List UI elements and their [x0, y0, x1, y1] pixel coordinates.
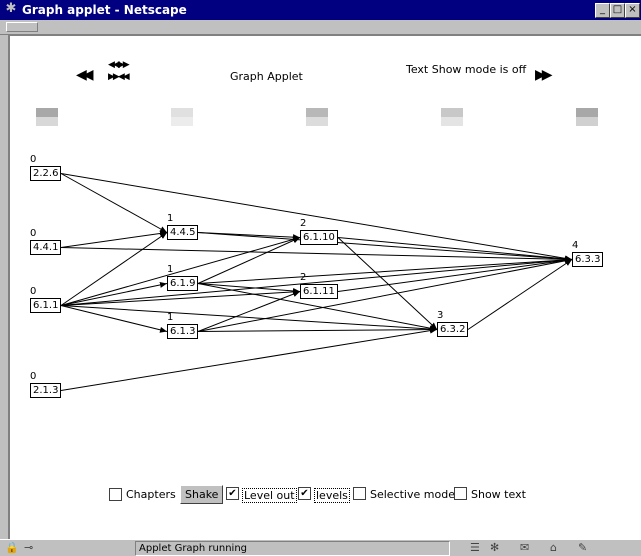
graph-node[interactable]: 4.4.1: [30, 240, 62, 255]
levels-checkbox[interactable]: ✔: [298, 487, 311, 500]
graph-node[interactable]: 6.3.3: [572, 252, 604, 267]
shake-button[interactable]: Shake: [180, 485, 224, 504]
chapters-label[interactable]: Chapters: [126, 488, 176, 501]
node-level-3: 0: [30, 371, 37, 382]
graph-edge: [197, 256, 573, 284]
selective-mode-checkbox[interactable]: [353, 487, 366, 500]
collapsed-toolbar: [0, 20, 641, 35]
graph-node[interactable]: 6.1.1: [30, 298, 62, 313]
chapters-checkbox[interactable]: [109, 488, 122, 501]
graph-edge: [60, 305, 168, 333]
graph-edge: [337, 237, 438, 330]
graph-node[interactable]: 6.1.3: [167, 324, 199, 339]
graph-edge: [197, 257, 573, 332]
graph-node[interactable]: 2.2.6: [30, 166, 62, 181]
lock-icon[interactable]: 🔒: [5, 541, 19, 554]
node-level-7: 2: [300, 218, 307, 229]
node-level-6: 1: [167, 312, 174, 323]
node-level-2: 0: [30, 286, 37, 297]
composer-icon[interactable]: ✎: [578, 541, 587, 554]
title-bar: ✱ Graph applet - Netscape _ □ ×: [0, 0, 641, 20]
graph-node[interactable]: 6.1.10: [300, 230, 338, 245]
close-button[interactable]: ×: [625, 3, 640, 18]
node-level-9: 3: [437, 310, 444, 321]
component-bar-icon[interactable]: ☰: [470, 541, 480, 554]
graph-edge: [197, 291, 301, 332]
node-level-8: 2: [300, 272, 307, 283]
graph-node[interactable]: 2.1.3: [30, 383, 62, 398]
connection-icon: ⊸: [24, 541, 34, 554]
graph-node[interactable]: 6.1.11: [300, 284, 338, 299]
minimize-button[interactable]: _: [595, 3, 610, 18]
window-title: Graph applet - Netscape: [22, 3, 187, 17]
navigator-icon[interactable]: ✻: [490, 541, 499, 554]
graph-edge: [337, 257, 573, 292]
graph-edge: [197, 237, 301, 284]
graph-edge: [60, 327, 438, 391]
graph-node[interactable]: 6.1.9: [167, 276, 199, 291]
show-text-label[interactable]: Show text: [471, 488, 526, 501]
node-level-4: 1: [167, 213, 174, 224]
graph-edge: [60, 230, 168, 248]
node-level-0: 0: [30, 154, 37, 165]
graph-edge: [197, 283, 301, 294]
graph-node[interactable]: 4.4.5: [167, 225, 199, 240]
node-level-10: 4: [572, 240, 579, 251]
node-level-5: 1: [167, 264, 174, 275]
applet-area: ◀◀ ◀◀▶▶ ▶▶◀◀ Graph Applet Text Show mode…: [8, 35, 641, 539]
selective-mode-label[interactable]: Selective mode: [370, 488, 455, 501]
level-out-checkbox[interactable]: ✔: [226, 487, 239, 500]
graph-edge: [60, 236, 301, 306]
discussion-icon[interactable]: ⌂: [550, 541, 557, 554]
node-level-1: 0: [30, 228, 37, 239]
graph-edge: [60, 305, 438, 333]
graph-node[interactable]: 6.3.2: [437, 322, 469, 337]
status-bar: 🔒 ⊸ Applet Graph running ☰ ✻ ✉ ⌂ ✎: [0, 539, 641, 556]
show-text-checkbox[interactable]: [454, 487, 467, 500]
mail-icon[interactable]: ✉: [520, 541, 529, 554]
graph-edge: [197, 326, 438, 333]
graph-edge: [337, 237, 573, 262]
netscape-icon: ✱: [5, 1, 17, 16]
maximize-button[interactable]: □: [610, 3, 625, 18]
toolbar-grip[interactable]: [6, 22, 38, 32]
level-out-label[interactable]: Level out: [242, 488, 297, 503]
levels-label[interactable]: levels: [314, 488, 350, 503]
